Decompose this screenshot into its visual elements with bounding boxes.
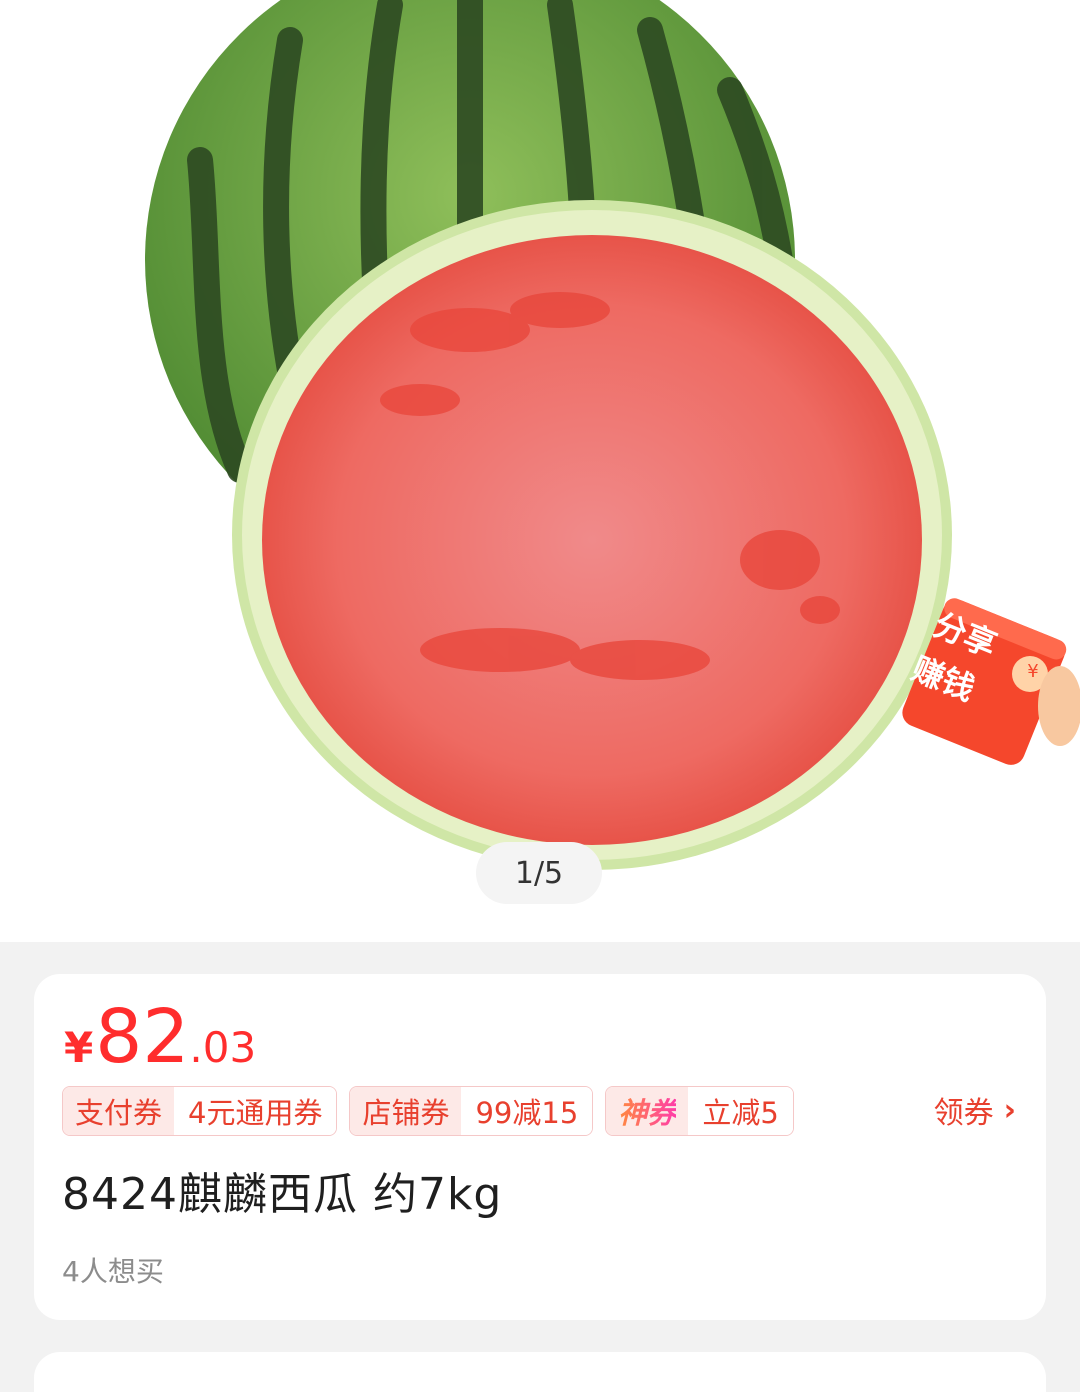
- coupon-pay[interactable]: 支付券 4元通用券: [62, 1086, 338, 1136]
- chevron-right-icon: ›: [1003, 1092, 1016, 1128]
- next-section-card: [34, 1352, 1046, 1392]
- coupon-value: 4元通用券: [174, 1087, 337, 1135]
- price: ¥ 82 .03: [64, 1000, 256, 1074]
- watermelon-image: [145, 0, 952, 870]
- coupon-type: 神券: [618, 1090, 676, 1132]
- coupon-value: 立减5: [688, 1087, 793, 1135]
- coupon-value: 99减15: [461, 1087, 593, 1135]
- coupon-type-wrap: 神券: [606, 1087, 689, 1135]
- share-earn-button[interactable]: 分享 赚钱 ¥: [890, 588, 1080, 778]
- coupon-shen[interactable]: 神券 立减5: [605, 1086, 794, 1136]
- wants-count: 4人想买: [62, 1255, 164, 1288]
- get-coupon-button[interactable]: 领券 ›: [934, 1088, 1016, 1132]
- get-coupon-label: 领券: [933, 1096, 994, 1131]
- currency-symbol: ¥: [64, 1023, 94, 1072]
- coupon-store[interactable]: 店铺券 99减15: [349, 1086, 594, 1136]
- coin-icon: ¥: [1027, 661, 1039, 682]
- coupon-list: 支付券 4元通用券 店铺券 99减15 神券 立减5: [62, 1086, 794, 1136]
- gallery-pager: 1/5: [476, 842, 602, 904]
- price-integer: 82: [95, 994, 190, 1080]
- product-info-card: ¥ 82 .03 支付券 4元通用券 店铺券 99减15 神券 立减5 领券 ›…: [34, 974, 1046, 1320]
- coupon-type: 店铺券: [350, 1087, 462, 1135]
- product-title: 8424麒麟西瓜 约7kg: [62, 1169, 503, 1220]
- coupon-type: 支付券: [63, 1087, 175, 1135]
- price-decimal: .03: [189, 1023, 257, 1072]
- product-image-gallery[interactable]: 1/5 分享 赚钱 ¥: [0, 0, 1080, 942]
